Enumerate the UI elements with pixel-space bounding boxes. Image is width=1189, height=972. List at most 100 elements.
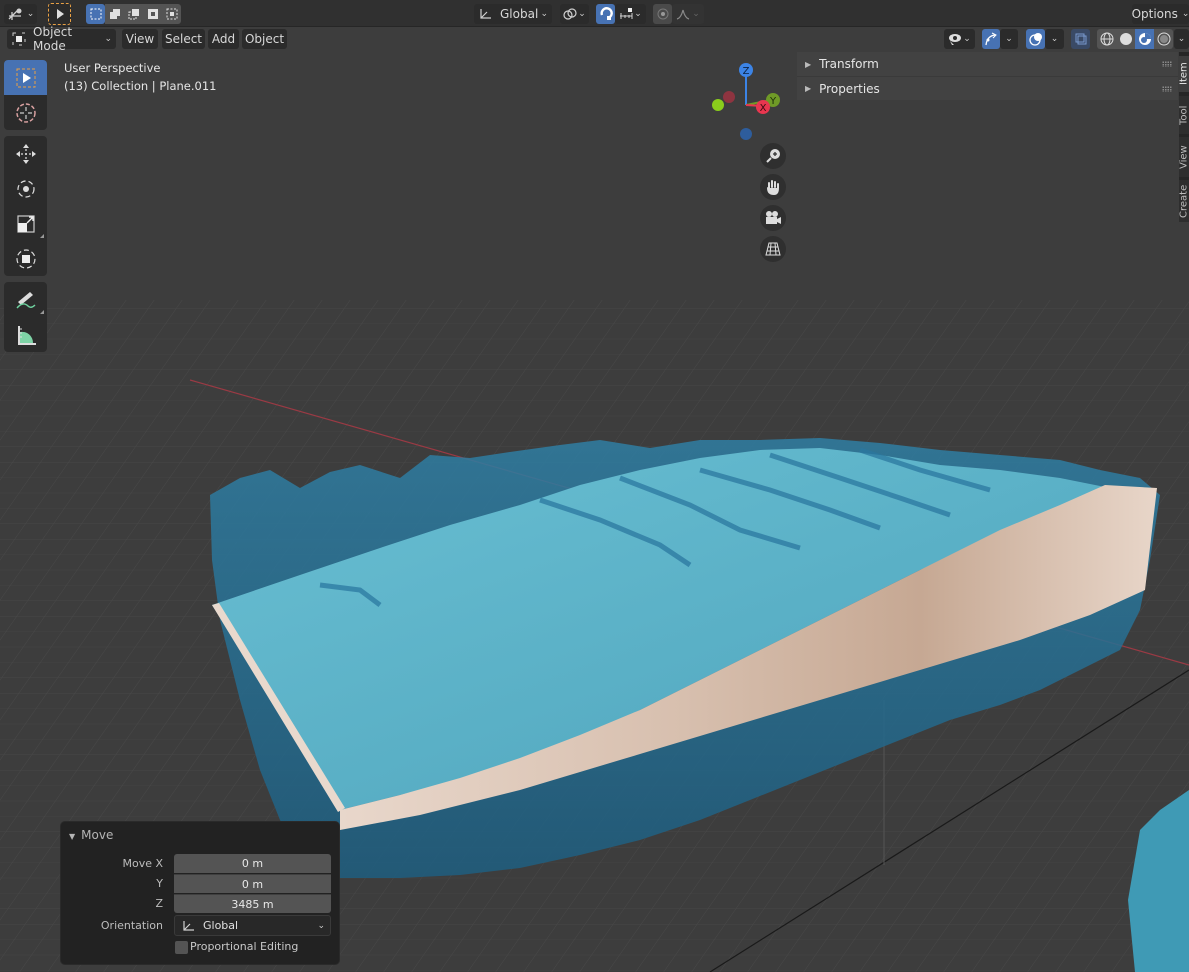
move-x-label: Move X [122,857,163,870]
snap-magnet-icon [599,7,613,21]
orientation-dropdown[interactable]: Global ⌄ [174,915,331,936]
select-mode-extend-button[interactable] [105,4,124,24]
panel-transform[interactable]: ▶ Transform [797,52,1178,76]
annotate-icon [14,288,38,312]
pan-view-button[interactable] [760,174,786,200]
select-mode-invert-button[interactable] [143,4,162,24]
cursor-icon [14,101,38,125]
drag-grip-icon[interactable] [1162,86,1172,92]
snap-target-dropdown[interactable]: ⌄ [615,4,646,24]
tab-tool-label: Tool [1179,105,1189,125]
shading-wireframe[interactable] [1097,29,1116,49]
shading-solid[interactable] [1116,29,1135,49]
chevron-down-icon: ⌄ [26,9,35,19]
material-preview-icon [1138,32,1152,46]
measure-icon [14,323,38,347]
ortho-toggle-button[interactable] [760,236,786,262]
object-info: (13) Collection | Plane.011 [64,79,217,93]
tool-rotate[interactable] [4,171,47,206]
tool-header: ⌄ Global ⌄ ⌄ ⌄ ⌄ Options ⌄ [0,0,1189,27]
tool-scale[interactable] [4,206,47,241]
gizmo-z-axis[interactable]: Z [739,63,753,77]
proportional-falloff-dropdown[interactable]: ⌄ [672,4,704,24]
tab-view-label: View [1179,145,1189,169]
gizmo-toggle[interactable] [982,29,1000,49]
xray-toggle[interactable] [1071,29,1090,49]
gizmo-icon [984,32,998,46]
sidebar-tab-view[interactable]: View [1179,137,1189,177]
sidebar-tab-create[interactable]: Create [1179,180,1189,222]
menu-add-label: Add [211,32,236,46]
menu-object[interactable]: Object [242,29,287,49]
zoom-in-icon [765,148,781,164]
proportional-editing-toggle[interactable] [653,4,672,24]
gizmo-neg-z[interactable] [740,128,752,140]
shading-dropdown[interactable]: ⌄ [1174,29,1189,49]
collapse-triangle-icon: ▼ [69,832,76,841]
navigation-gizmo[interactable]: Y X Z [705,58,795,148]
drag-grip-icon[interactable] [1162,61,1172,67]
chevron-down-icon: ⌄ [692,9,700,19]
options-dropdown[interactable]: Options ⌄ [1132,4,1189,24]
menu-view-label: View [125,32,155,46]
select-mode-new-button[interactable] [86,4,105,24]
tool-transform[interactable] [4,241,47,276]
gizmo-dropdown[interactable]: ⌄ [1000,29,1018,49]
grid-icon [765,241,781,257]
operator-header[interactable]: ▼ Move [69,828,113,842]
tool-group-transform [4,136,47,276]
editor-type-button[interactable]: ⌄ [4,4,37,24]
snap-increment-icon [619,7,633,21]
chevron-down-icon: ⌄ [540,9,548,19]
tool-move[interactable] [4,136,47,171]
pivot-point-dropdown[interactable]: ⌄ [560,4,589,24]
options-label: Options [1131,7,1178,21]
mode-dropdown[interactable]: Object Mode ⌄ [7,25,116,53]
expand-triangle-icon: ▶ [805,59,812,69]
gizmo-z-label: Z [743,66,750,77]
tool-measure[interactable] [4,317,47,352]
zoom-view-button[interactable] [760,143,786,169]
chevron-down-icon: ⌄ [634,9,642,19]
sidebar-tab-tool[interactable]: Tool [1179,96,1189,134]
submenu-indicator [40,234,44,238]
menu-select[interactable]: Select [162,29,205,49]
orientation-value: Global [203,919,239,932]
wireframe-shading-icon [1100,32,1114,46]
tool-annotate[interactable] [4,282,47,317]
3d-viewport-icon [7,7,23,21]
operator-title: Move [81,828,114,842]
gizmo-x-label: X [760,103,767,114]
gizmo-x-axis[interactable]: X [756,100,770,114]
panel-properties-label: Properties [819,81,880,96]
overlay-toggle[interactable] [1026,29,1045,49]
snap-toggle[interactable] [596,4,615,24]
panel-properties[interactable]: ▶ Properties [797,76,1178,100]
menu-add[interactable]: Add [208,29,239,49]
select-tool-button[interactable] [48,3,71,25]
proportional-editing-checkbox[interactable] [175,941,188,954]
move-z-field[interactable]: 3485 m [174,894,331,913]
gizmo-neg-x[interactable] [723,91,735,103]
move-x-field[interactable]: 0 m [174,854,331,873]
tool-cursor[interactable] [4,95,47,130]
orientation-global-icon [478,7,492,21]
menu-view[interactable]: View [122,29,158,49]
transform-orientation-dropdown[interactable]: Global ⌄ [474,4,552,24]
select-mode-subtract-button[interactable] [124,4,143,24]
shading-rendered[interactable] [1154,29,1173,49]
gizmo-neg-y[interactable] [712,99,724,111]
move-y-field[interactable]: 0 m [174,874,331,893]
visibility-dropdown[interactable]: ⌄ [944,29,975,49]
shading-material-preview[interactable] [1135,29,1154,49]
sidebar-tab-item[interactable]: Item [1179,56,1189,92]
chevron-down-icon: ⌄ [104,34,112,44]
visibility-icon [948,33,962,45]
tool-select-box[interactable] [4,60,47,95]
overlay-dropdown[interactable]: ⌄ [1045,29,1064,49]
rendered-shading-icon [1157,32,1171,46]
hand-icon [765,179,781,195]
camera-view-button[interactable] [760,205,786,231]
tool-group-annotate [4,282,47,352]
select-mode-intersect-button[interactable] [162,4,181,24]
